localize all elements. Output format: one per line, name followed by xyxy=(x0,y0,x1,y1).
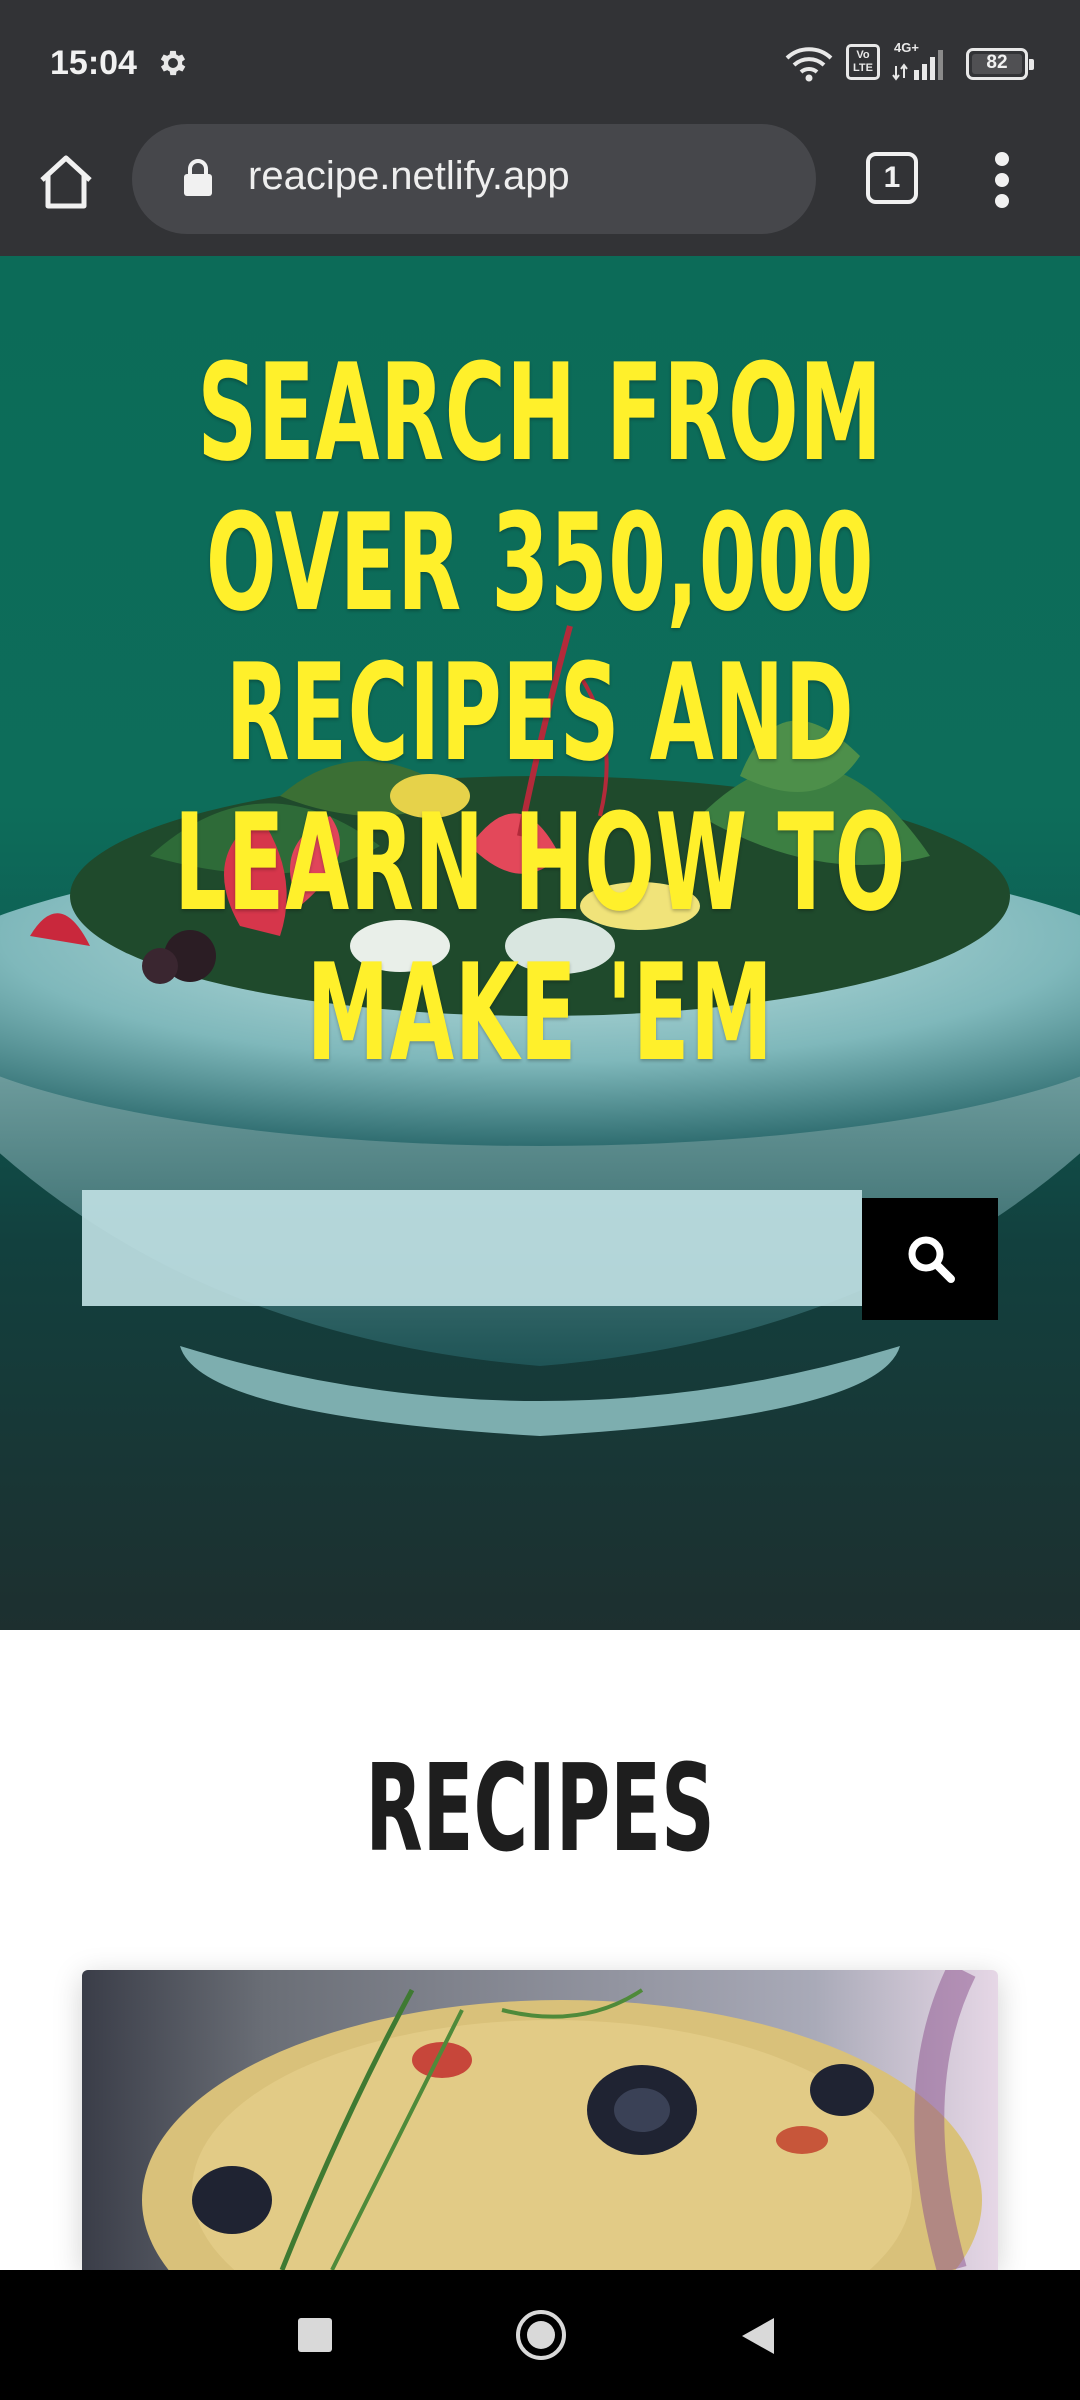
back-icon[interactable] xyxy=(740,2316,776,2356)
tabs-button[interactable]: 1 xyxy=(866,152,918,204)
wifi-icon xyxy=(785,47,833,82)
recipe-card[interactable] xyxy=(82,1970,998,2270)
volte-icon: Vo LTE xyxy=(846,44,880,80)
hero-section: SEARCH FROM OVER 350,000 RECIPES AND LEA… xyxy=(0,256,1080,1630)
lock-icon xyxy=(184,159,212,196)
battery-icon: 82 xyxy=(966,48,1034,80)
home-circle-icon[interactable] xyxy=(516,2310,566,2360)
search-button[interactable] xyxy=(862,1198,998,1320)
signal-icon xyxy=(892,50,943,81)
home-icon[interactable] xyxy=(34,150,98,214)
recents-icon[interactable] xyxy=(298,2318,332,2352)
browser-toolbar: reacipe.netlify.app 1 xyxy=(0,124,1080,256)
battery-level: 82 xyxy=(986,52,1008,73)
url-text[interactable]: reacipe.netlify.app xyxy=(248,154,570,199)
hero-title: SEARCH FROM OVER 350,000 RECIPES AND LEA… xyxy=(174,335,906,1091)
more-vert-icon[interactable] xyxy=(990,148,1014,212)
recipes-heading: RECIPES xyxy=(365,1740,715,1879)
system-nav-bar xyxy=(0,2270,1080,2400)
url-bar[interactable]: reacipe.netlify.app xyxy=(132,124,816,234)
status-time: 15:04 xyxy=(50,44,137,82)
status-bar: 15:04 Vo LTE 4G+ 82 xyxy=(0,0,1080,124)
recipe-card-image xyxy=(82,1970,998,2270)
gear-icon xyxy=(160,50,186,76)
search-input[interactable] xyxy=(82,1190,862,1306)
search-icon xyxy=(908,1236,955,1283)
